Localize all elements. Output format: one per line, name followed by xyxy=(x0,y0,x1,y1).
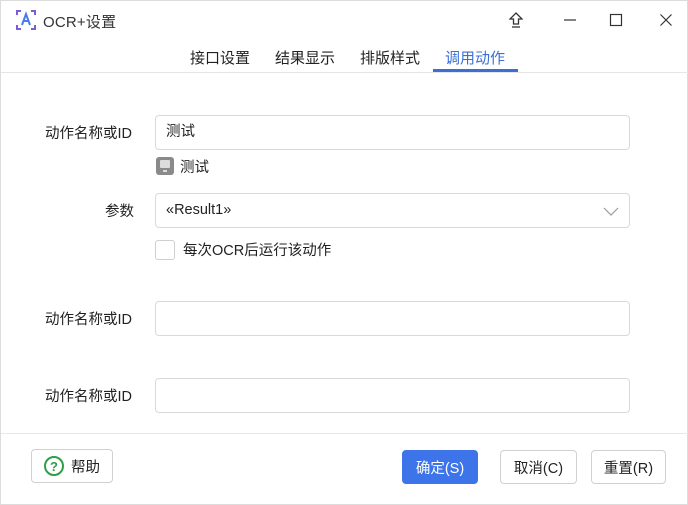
app-ocr-icon xyxy=(16,10,36,30)
help-button[interactable]: ? 帮助 xyxy=(31,449,113,483)
title-bar: OCR+设置 xyxy=(1,1,688,39)
help-label: 帮助 xyxy=(71,459,100,476)
pin-icon xyxy=(509,12,523,28)
run-after-ocr-toggle[interactable]: 每次OCR后运行该动作 xyxy=(155,239,331,260)
action3-input[interactable] xyxy=(155,378,630,413)
run-after-ocr-checkbox[interactable] xyxy=(155,239,175,260)
action1-input[interactable]: 测试 xyxy=(155,115,630,150)
tab-layout-style[interactable]: 排版样式 xyxy=(360,47,420,68)
params-label: 参数 xyxy=(105,204,134,220)
params-value: «Result1» xyxy=(166,202,232,218)
minimize-icon xyxy=(564,19,576,21)
pin-button[interactable] xyxy=(493,5,539,35)
footer-divider xyxy=(1,433,688,434)
settings-tabs: 接口设置 结果显示 排版样式 调用动作 xyxy=(1,39,688,73)
tab-result-display[interactable]: 结果显示 xyxy=(275,47,335,68)
action2-input[interactable] xyxy=(155,301,630,336)
tab-api-settings[interactable]: 接口设置 xyxy=(190,47,250,68)
minimize-button[interactable] xyxy=(547,5,593,35)
action1-match[interactable]: 测试 xyxy=(156,156,209,176)
window-title: OCR+设置 xyxy=(43,14,117,31)
cancel-button[interactable]: 取消(C) xyxy=(500,450,577,484)
active-tab-indicator xyxy=(433,69,518,72)
reset-button[interactable]: 重置(R) xyxy=(591,450,666,484)
action3-label: 动作名称或ID xyxy=(45,389,132,405)
action1-label: 动作名称或ID xyxy=(45,126,132,142)
action1-match-label: 测试 xyxy=(180,159,209,176)
maximize-icon xyxy=(609,13,623,27)
close-button[interactable] xyxy=(643,5,688,35)
close-icon xyxy=(660,14,672,26)
tablet-icon xyxy=(156,157,174,175)
help-icon: ? xyxy=(44,456,64,476)
settings-window: OCR+设置 接口设置 结果显示 排版样式 调用动作 动作名称或ID 测试 测试… xyxy=(0,0,688,505)
chevron-down-icon xyxy=(603,207,619,216)
ok-button[interactable]: 确定(S) xyxy=(402,450,478,484)
action2-label: 动作名称或ID xyxy=(45,312,132,328)
run-after-ocr-label: 每次OCR后运行该动作 xyxy=(183,243,332,259)
params-select[interactable]: «Result1» xyxy=(155,193,630,228)
tab-invoke-action[interactable]: 调用动作 xyxy=(445,47,505,68)
maximize-button[interactable] xyxy=(593,5,639,35)
